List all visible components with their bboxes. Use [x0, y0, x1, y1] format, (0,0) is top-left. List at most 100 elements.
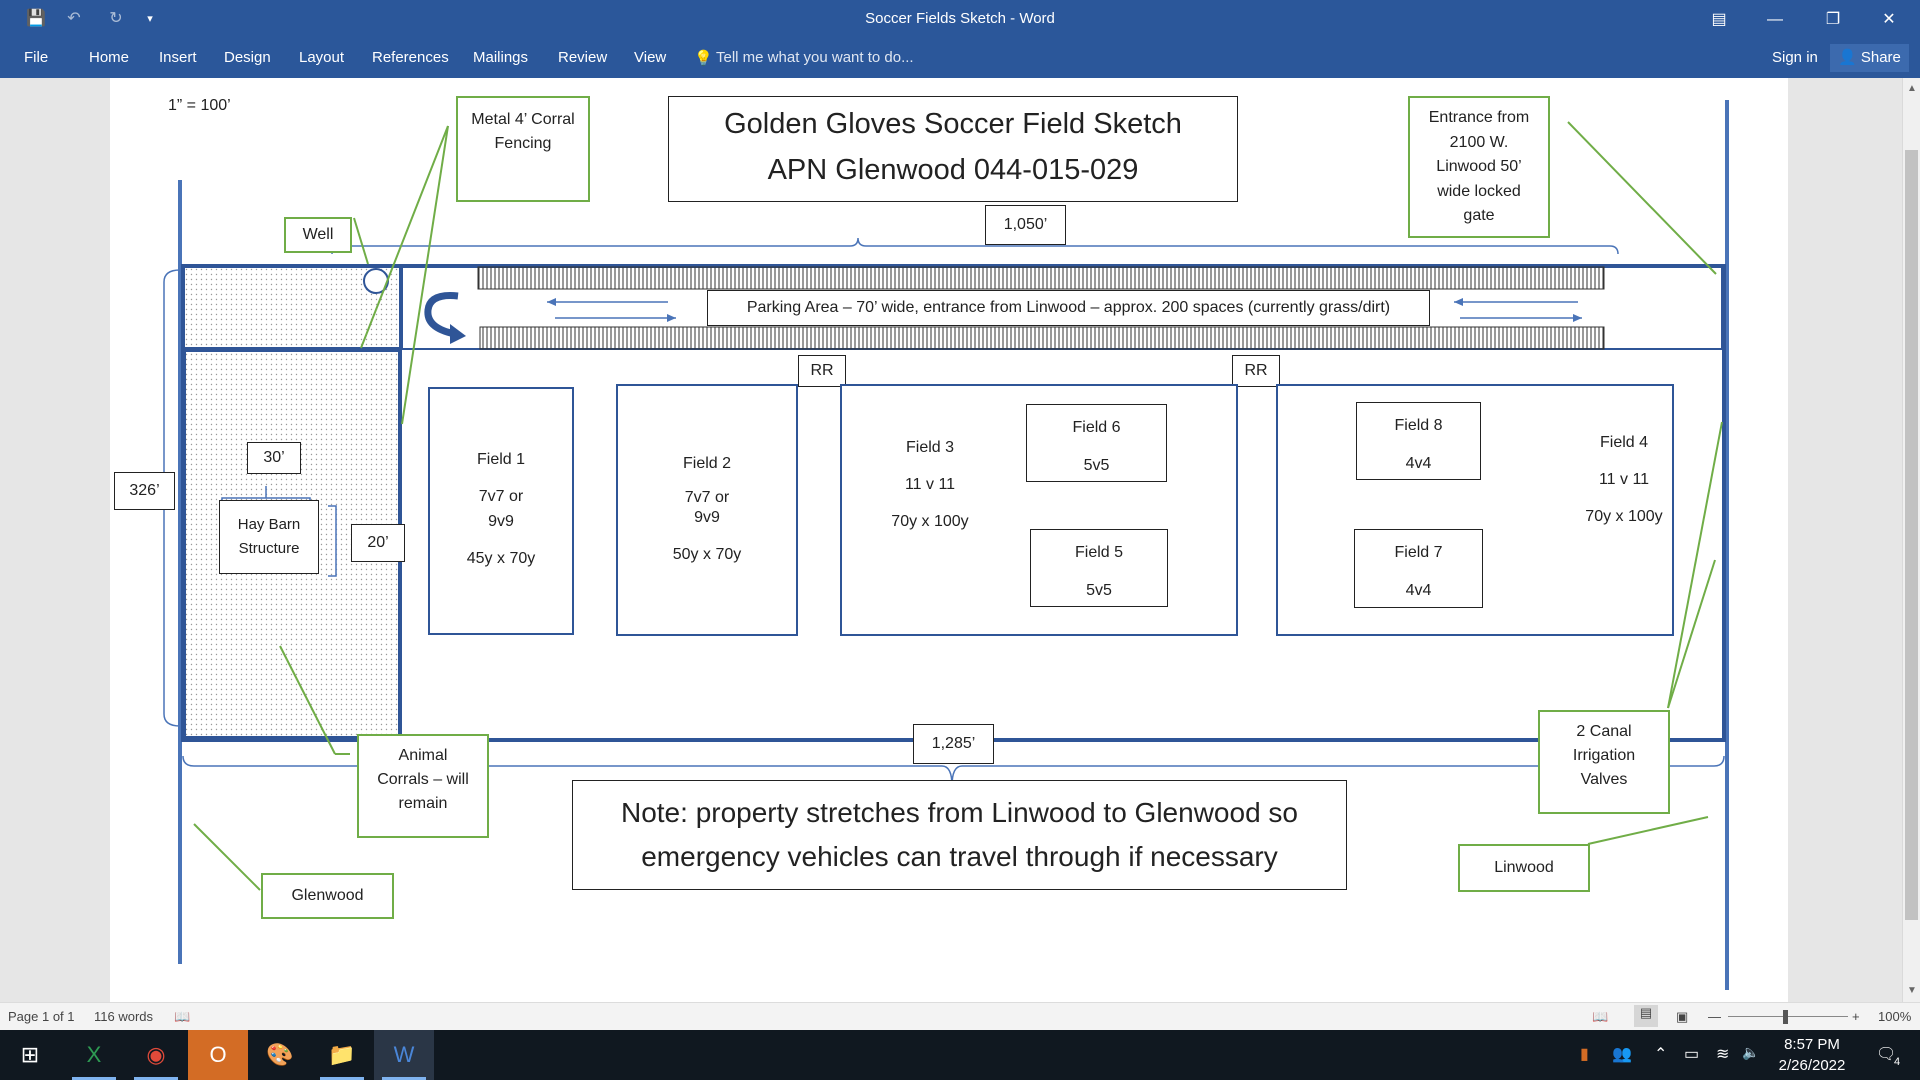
tab-home[interactable]: Home: [89, 49, 129, 66]
window-title: Soccer Fields Sketch - Word: [865, 10, 1055, 27]
barn-width-label: 30’: [247, 442, 301, 474]
page-count[interactable]: Page 1 of 1: [8, 1009, 75, 1024]
field-name: Field 3: [905, 439, 955, 456]
parking-row-top: [477, 266, 1605, 290]
share-label: Share: [1860, 49, 1901, 66]
battery-icon[interactable]: ▭: [1684, 1044, 1699, 1064]
field-format: 5v5: [1083, 457, 1110, 474]
top-dimension-label: 1,050’: [985, 205, 1066, 245]
well-callout-line: [353, 217, 369, 265]
entrance-callout: Entrance from 2100 W. Linwood 50’ wide l…: [1408, 96, 1550, 238]
battery-alert-icon[interactable]: ▮: [1580, 1044, 1589, 1064]
tab-insert[interactable]: Insert: [159, 49, 197, 66]
zoom-slider-thumb[interactable]: [1783, 1010, 1788, 1024]
field-4: Field 4 11 v 11 70y x 100y: [1564, 430, 1684, 529]
zoom-slider[interactable]: [1728, 1016, 1848, 1017]
field-7: Field 7 4v4: [1354, 529, 1483, 608]
zoom-out-icon[interactable]: —: [1708, 1009, 1721, 1024]
field-size: 45y x 70y: [466, 550, 536, 567]
field-1: Field 1 7v7 or 9v9 45y x 70y: [428, 387, 574, 635]
clock-time: 8:57 PM: [1784, 1036, 1840, 1053]
sketch-title: Golden Gloves Soccer Field Sketch: [724, 108, 1182, 140]
taskbar: ⊞ X ◉ O 🎨 📁 W ▮ 👥 ⌃ ▭ ≋ 🔈 8:57 PM 2/26/2…: [0, 1030, 1920, 1080]
tab-review[interactable]: Review: [558, 49, 607, 66]
field-6: Field 6 5v5: [1026, 404, 1167, 482]
paint-icon[interactable]: 🎨: [250, 1030, 310, 1080]
scroll-thumb[interactable]: [1905, 150, 1918, 920]
excel-icon[interactable]: X: [64, 1030, 124, 1080]
restroom-marker: RR: [798, 355, 846, 387]
field-format: 4v4: [1405, 582, 1432, 599]
arrow-right-icon: [667, 314, 676, 322]
web-layout-icon[interactable]: ▣: [1676, 1009, 1688, 1025]
glenwood-callout-line: [193, 823, 261, 891]
field-size: 70y x 100y: [1585, 508, 1663, 525]
sign-in-link[interactable]: Sign in: [1772, 49, 1818, 66]
volume-icon[interactable]: 🔈: [1742, 1044, 1759, 1061]
document-area: 1” = 100’ Golden Gloves Soccer Field Ske…: [0, 78, 1902, 1002]
scroll-down-icon[interactable]: ▼: [1903, 982, 1920, 1000]
read-mode-icon[interactable]: 📖: [1592, 1009, 1608, 1025]
tab-design[interactable]: Design: [224, 49, 271, 66]
proofing-icon[interactable]: 📖: [174, 1009, 190, 1025]
arrow-right-icon: [1573, 314, 1582, 322]
glenwood-callout: Glenwood: [261, 873, 394, 919]
left-dimension-label: 326’: [114, 472, 175, 510]
lightbulb-icon: 💡: [694, 50, 713, 67]
tab-mailings[interactable]: Mailings: [473, 49, 528, 66]
windows-start-icon[interactable]: ⊞: [0, 1030, 60, 1080]
word-icon[interactable]: W: [374, 1030, 434, 1080]
field-name: Field 5: [1074, 544, 1124, 561]
ribbon-display-options-icon[interactable]: ▤: [1696, 0, 1742, 40]
zoom-level[interactable]: 100%: [1878, 1009, 1911, 1024]
well-callout: Well: [284, 217, 352, 253]
document-page[interactable]: 1” = 100’ Golden Gloves Soccer Field Ske…: [110, 78, 1788, 1002]
barn-depth-label: 20’: [351, 524, 405, 562]
file-explorer-icon[interactable]: 📁: [312, 1030, 372, 1080]
ribbon-tabs: File Home Insert Design Layout Reference…: [0, 40, 1920, 78]
tab-references[interactable]: References: [372, 49, 449, 66]
parking-area-label: Parking Area – 70’ wide, entrance from L…: [707, 290, 1430, 326]
tab-file[interactable]: File: [24, 49, 48, 66]
linwood-callout: Linwood: [1458, 844, 1590, 892]
notification-count: 4: [1894, 1056, 1901, 1068]
tab-view[interactable]: View: [634, 49, 666, 66]
clock[interactable]: 8:57 PM 2/26/2022: [1764, 1034, 1860, 1076]
close-button[interactable]: ✕: [1866, 0, 1912, 40]
field-format: 5v5: [1086, 582, 1112, 599]
field-name: Field 4: [1599, 434, 1649, 451]
vertical-scrollbar[interactable]: ▲ ▼: [1902, 78, 1920, 1002]
tell-me-search[interactable]: Tell me what you want to do...: [716, 49, 914, 66]
scroll-up-icon[interactable]: ▲: [1903, 80, 1920, 98]
wifi-icon[interactable]: ≋: [1716, 1044, 1729, 1064]
sketch-title-box: Golden Gloves Soccer Field Sketch APN Gl…: [668, 96, 1238, 202]
restore-button[interactable]: ❐: [1810, 0, 1856, 40]
title-bar: 💾 ↶ ↻ ▾ Soccer Fields Sketch - Word ▤ — …: [0, 0, 1920, 40]
share-button[interactable]: 👤 Share: [1830, 44, 1909, 72]
print-layout-icon[interactable]: ▤: [1634, 1005, 1658, 1027]
chevron-up-icon[interactable]: ⌃: [1654, 1044, 1667, 1064]
people-icon[interactable]: 👥: [1612, 1044, 1632, 1064]
field-size: 50y x 70y: [672, 546, 742, 563]
note-box: Note: property stretches from Linwood to…: [572, 780, 1347, 890]
tab-layout[interactable]: Layout: [299, 49, 344, 66]
arrow-left-icon: [1454, 298, 1463, 306]
linwood-callout-line: [1587, 816, 1709, 845]
bottom-dimension-label: 1,285’: [913, 724, 994, 764]
corrals-callout: Animal Corrals – will remain: [357, 734, 489, 838]
outlook-icon[interactable]: O: [188, 1030, 248, 1080]
field-format: 11 v 11: [1598, 471, 1650, 488]
field-8: Field 8 4v4: [1356, 402, 1481, 480]
restroom-marker: RR: [1232, 355, 1280, 387]
minimize-button[interactable]: —: [1752, 0, 1798, 40]
chrome-icon[interactable]: ◉: [126, 1030, 186, 1080]
field-name: Field 1: [476, 451, 526, 468]
field-3: Field 3 11 v 11 70y x 100y: [870, 435, 990, 534]
sketch-subtitle: APN Glenwood 044-015-029: [767, 154, 1139, 186]
field-5: Field 5 5v5: [1030, 529, 1168, 607]
word-count[interactable]: 116 words: [94, 1009, 153, 1024]
field-format: 7v7 or 9v9: [478, 488, 524, 530]
zoom-in-icon[interactable]: +: [1852, 1009, 1860, 1024]
field-name: Field 6: [1072, 419, 1121, 436]
field-format: 4v4: [1405, 455, 1432, 472]
